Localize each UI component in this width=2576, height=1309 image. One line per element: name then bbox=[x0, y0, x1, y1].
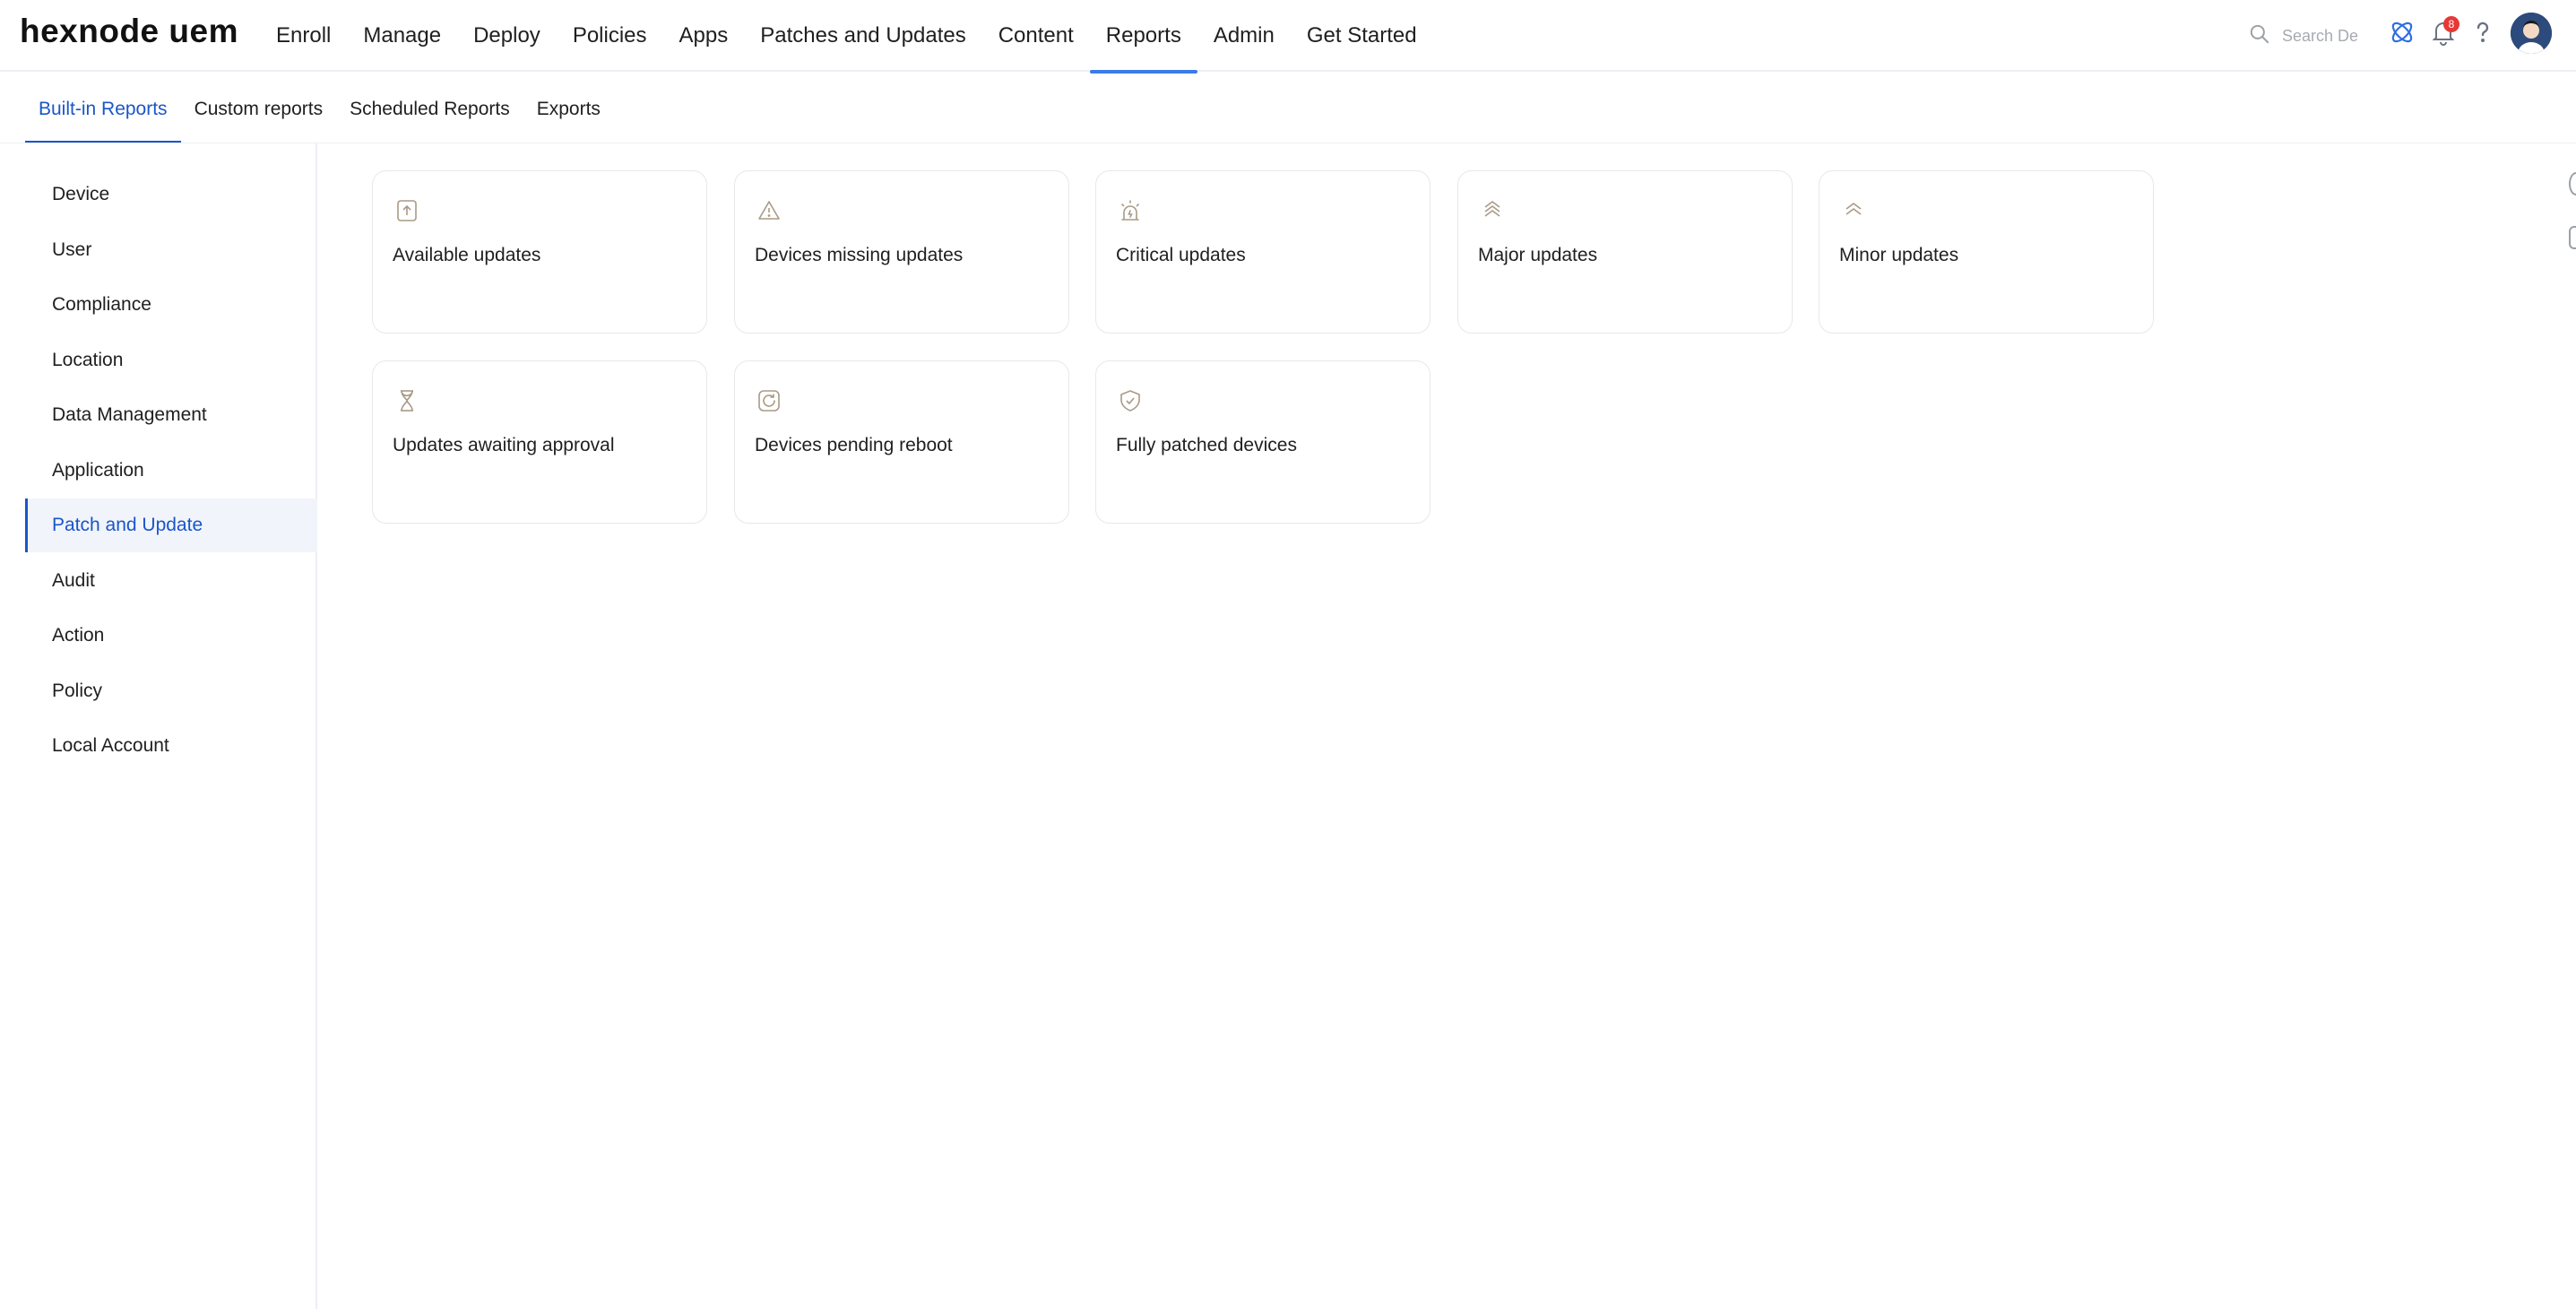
nav-apps[interactable]: Apps bbox=[663, 0, 745, 72]
report-card-critical-updates[interactable]: Critical updates bbox=[1095, 170, 1431, 334]
warning-icon bbox=[756, 198, 782, 223]
report-card-title: Updates awaiting approval bbox=[393, 435, 615, 455]
report-card-title: Critical updates bbox=[1116, 245, 1246, 265]
triple-chevron-up-icon bbox=[1480, 198, 1505, 223]
reboot-icon bbox=[756, 388, 782, 413]
report-card-title: Minor updates bbox=[1839, 245, 1959, 265]
tab-built-in-reports[interactable]: Built-in Reports bbox=[25, 75, 181, 143]
global-search bbox=[2248, 20, 2364, 52]
tab-scheduled-reports[interactable]: Scheduled Reports bbox=[336, 75, 523, 143]
integrations-button[interactable] bbox=[2384, 16, 2420, 52]
report-card-title: Devices pending reboot bbox=[755, 435, 953, 455]
report-card-major-updates[interactable]: Major updates bbox=[1457, 170, 1793, 334]
sidebar-item-local-account[interactable]: Local Account bbox=[25, 719, 317, 773]
report-card-devices-missing-updates[interactable]: Devices missing updates bbox=[734, 170, 1069, 334]
top-bar: hexnode uem Enroll Manage Deploy Policie… bbox=[0, 0, 2576, 74]
shield-check-icon bbox=[1118, 388, 1143, 413]
atom-icon bbox=[2388, 18, 2416, 51]
help-icon bbox=[2468, 18, 2497, 51]
tab-exports[interactable]: Exports bbox=[523, 75, 614, 143]
notifications-button[interactable]: 8 bbox=[2425, 16, 2461, 52]
sidebar-item-data-management[interactable]: Data Management bbox=[25, 388, 317, 442]
nav-reports[interactable]: Reports bbox=[1089, 0, 1197, 74]
sidebar-item-audit[interactable]: Audit bbox=[25, 554, 317, 608]
report-card-devices-pending-reboot[interactable]: Devices pending reboot bbox=[734, 360, 1069, 524]
notification-badge: 8 bbox=[2443, 16, 2459, 32]
nav-manage[interactable]: Manage bbox=[347, 0, 457, 72]
report-card-title: Devices missing updates bbox=[755, 245, 964, 265]
sidebar-item-patch-and-update[interactable]: Patch and Update bbox=[25, 498, 317, 552]
report-card-fully-patched-devices[interactable]: Fully patched devices bbox=[1095, 360, 1431, 524]
nav-deploy[interactable]: Deploy bbox=[457, 0, 557, 72]
sidebar-item-policy[interactable]: Policy bbox=[25, 664, 317, 718]
double-chevron-up-icon bbox=[1841, 198, 1866, 223]
reports-sub-nav: Built-in Reports Custom reports Schedule… bbox=[25, 75, 614, 143]
sidebar-item-application[interactable]: Application bbox=[25, 444, 317, 498]
user-avatar[interactable] bbox=[2511, 13, 2552, 54]
nav-admin[interactable]: Admin bbox=[1197, 0, 1291, 72]
sidebar-item-location[interactable]: Location bbox=[25, 334, 317, 387]
nav-policies[interactable]: Policies bbox=[557, 0, 663, 72]
sidebar-item-action[interactable]: Action bbox=[25, 609, 317, 663]
report-card-updates-awaiting-approval[interactable]: Updates awaiting approval bbox=[372, 360, 707, 524]
report-category-sidebar: Device User Compliance Location Data Man… bbox=[0, 143, 317, 1309]
alarm-icon bbox=[1118, 198, 1143, 223]
tab-custom-reports[interactable]: Custom reports bbox=[181, 75, 337, 143]
sidebar-item-compliance[interactable]: Compliance bbox=[25, 278, 317, 332]
hourglass-icon bbox=[394, 388, 419, 413]
sidebar-item-device[interactable]: Device bbox=[25, 168, 317, 221]
report-card-title: Fully patched devices bbox=[1116, 435, 1297, 455]
report-card-minor-updates[interactable]: Minor updates bbox=[1819, 170, 2154, 334]
sidebar-item-user[interactable]: User bbox=[25, 223, 317, 277]
avatar-icon bbox=[2511, 13, 2552, 54]
app-logo[interactable]: hexnode uem bbox=[20, 13, 238, 50]
nav-patches-and-updates[interactable]: Patches and Updates bbox=[744, 0, 982, 72]
main-nav: Enroll Manage Deploy Policies Apps Patch… bbox=[260, 0, 1433, 74]
nav-enroll[interactable]: Enroll bbox=[260, 0, 347, 72]
upload-icon bbox=[394, 198, 419, 223]
right-edge-control[interactable] bbox=[2569, 172, 2576, 195]
report-card-title: Major updates bbox=[1478, 245, 1598, 265]
help-button[interactable] bbox=[2465, 16, 2501, 52]
right-edge-panel[interactable] bbox=[2569, 226, 2576, 249]
report-card-title: Available updates bbox=[393, 245, 541, 265]
search-icon bbox=[2248, 22, 2271, 50]
search-input[interactable] bbox=[2282, 26, 2363, 46]
nav-content[interactable]: Content bbox=[982, 0, 1090, 72]
nav-get-started[interactable]: Get Started bbox=[1291, 0, 1433, 72]
report-card-available-updates[interactable]: Available updates bbox=[372, 170, 707, 334]
